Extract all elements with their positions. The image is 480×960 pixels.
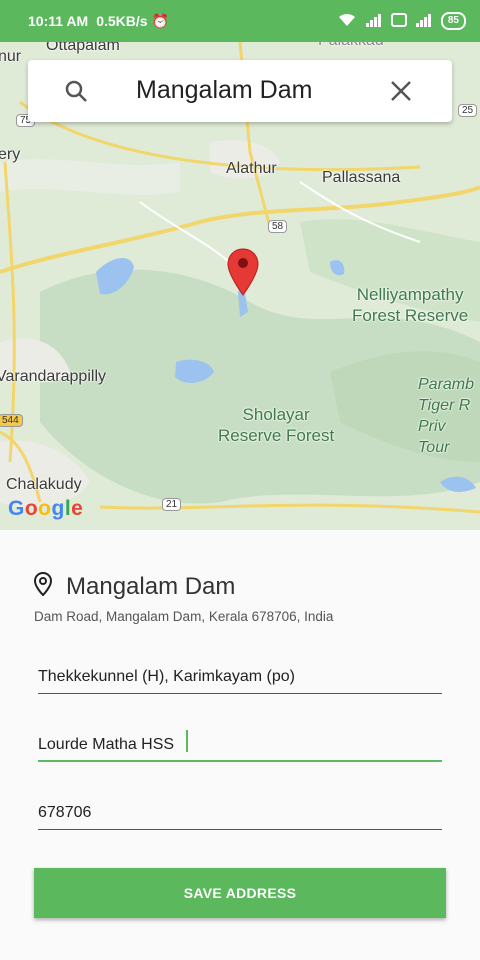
map-label-varandarappilly: Varandarappilly (0, 368, 106, 385)
map-label-parambikulam: Paramb Tiger R Priv Tour (418, 376, 475, 456)
road-shield-25: 25 (458, 104, 478, 117)
wifi-icon (337, 13, 357, 30)
road-shield-58: 58 (268, 220, 288, 233)
road-shield-544: 544 (0, 414, 23, 427)
pincode-input[interactable] (38, 796, 442, 835)
address-line1-input[interactable] (38, 660, 442, 699)
text-cursor (186, 730, 188, 752)
address-line1-field[interactable] (38, 660, 442, 699)
alarm-icon: ⏰ (151, 12, 169, 29)
map-label-nur: nur (0, 48, 22, 65)
status-icons: 85 (337, 12, 466, 30)
location-outline-icon (33, 571, 53, 601)
address-line2-input[interactable] (38, 728, 442, 767)
save-address-button[interactable]: SAVE ADDRESS (34, 868, 446, 918)
signal-icon-2 (415, 13, 433, 30)
map-label-alathur: Alathur (226, 160, 277, 177)
pincode-field[interactable] (38, 796, 442, 835)
address-line2-field[interactable] (38, 728, 442, 767)
search-query[interactable]: Mangalam Dam (136, 76, 312, 105)
signal-icon (365, 13, 383, 30)
search-icon[interactable] (64, 79, 88, 108)
search-bar[interactable]: Mangalam Dam (28, 60, 452, 122)
place-name: Mangalam Dam (66, 572, 236, 600)
map-label-palakkad: Palakkad (318, 42, 384, 50)
battery-icon: 85 (440, 12, 466, 30)
volte-icon (390, 12, 407, 30)
map-label-chalakudy: Chalakudy (6, 476, 82, 493)
road-shield-21: 21 (162, 498, 182, 511)
close-icon[interactable] (390, 80, 412, 107)
place-header: Mangalam Dam (33, 571, 236, 601)
status-time: 10:11 AM (28, 13, 89, 29)
place-address: Dam Road, Mangalam Dam, Kerala 678706, I… (34, 609, 334, 624)
status-bar: 10:11 AM 0.5KB/s ⏰ 85 (0, 0, 480, 42)
map-label-sholayar: Sholayar Reserve Forest (218, 405, 335, 445)
google-logo: Google (8, 497, 84, 520)
map-label-pallassana: Pallassana (322, 169, 401, 186)
map-label-ottapalam: Ottapalam (46, 42, 120, 54)
map-label-ery: ery (0, 146, 21, 163)
network-speed: 0.5KB/s (96, 13, 148, 29)
map-label-nelliyampathy: Nelliyampathy Forest Reserve (352, 285, 469, 325)
